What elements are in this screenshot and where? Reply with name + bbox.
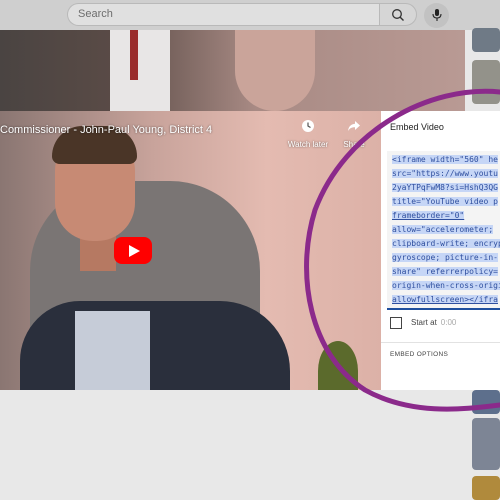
code-line: <iframe width="560" he [392,155,498,164]
watch-later-label: Watch later [287,140,329,149]
share-icon [348,121,360,131]
embed-options-header[interactable]: EMBED OPTIONS [390,351,448,358]
play-button[interactable] [114,237,152,264]
code-line: clipboard-write; encryp [392,239,500,248]
video-title[interactable]: Commissioner - John-Paul Young, District… [0,124,212,136]
recommended-thumbnail[interactable] [472,60,500,104]
start-at-label: Start at 0:00 [411,318,456,327]
recommended-thumbnail[interactable] [472,390,500,414]
search-icon [392,9,404,21]
code-line: allowfullscreen></ifra [392,295,498,304]
code-line: gyroscope; picture-in- [392,253,498,262]
share-label: Share [343,140,365,149]
shirt [75,311,150,390]
watch-later-button[interactable]: Watch later [286,119,330,149]
search-placeholder: Search [78,8,113,20]
embed-panel-title: Embed Video [390,122,444,132]
start-at-text: Start at [411,318,437,327]
plant [318,341,358,390]
share-button[interactable]: Share [332,119,376,149]
search-input[interactable]: Search [67,3,379,26]
recommended-thumbnail[interactable] [472,418,500,470]
embed-code-textarea[interactable]: <iframe width="560" he src="https://www.… [387,151,500,310]
clock-icon [302,120,314,132]
background-video-thumbnail [0,30,465,111]
code-line: share" referrerpolicy= [392,267,498,276]
code-line: allow="accelerometer; [392,225,494,234]
code-line: 2yaYTPqFwM8?si=HshQ3QG [392,183,498,192]
recommended-thumbnail[interactable] [472,28,500,52]
search-button[interactable] [379,3,417,26]
start-at-checkbox[interactable] [390,317,402,329]
video-player[interactable]: Commissioner - John-Paul Young, District… [0,111,381,390]
embed-video-panel: Embed Video <iframe width="560" he src="… [381,111,500,390]
suit [20,301,290,390]
code-line: src="https://www.youtu [392,169,498,178]
code-line: origin-when-cross-origi [392,281,500,290]
top-bar: Search [0,0,500,30]
code-line: frameborder="0" [392,211,465,220]
divider [381,342,500,343]
microphone-icon [432,9,442,21]
voice-search-button[interactable] [424,3,449,28]
start-at-time[interactable]: 0:00 [441,318,457,327]
recommended-thumbnail[interactable] [472,476,500,500]
code-line: title="YouTube video p [392,197,498,206]
